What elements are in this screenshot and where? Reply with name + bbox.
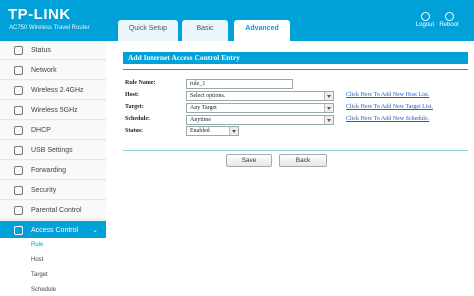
- target-select[interactable]: Any Target: [186, 103, 334, 113]
- sidebar-item-wireless-24[interactable]: Wireless 2.4GHz: [0, 81, 106, 100]
- chevron-down-icon: [229, 127, 238, 135]
- power-icon: [444, 12, 454, 21]
- host-label: Host:: [125, 92, 139, 98]
- sidebar-item-label: Security: [31, 187, 57, 194]
- chevron-down-icon: [324, 104, 333, 112]
- usb-icon: [14, 146, 23, 155]
- add-target-link[interactable]: Click Here To Add New Target List.: [346, 104, 433, 110]
- tab-advanced[interactable]: Advanced: [234, 20, 290, 41]
- status-label: Status:: [125, 128, 144, 134]
- sidebar-item-status[interactable]: Status: [0, 41, 106, 60]
- sidebar-item-label: Forwarding: [31, 167, 67, 174]
- sidebar-item-label: Parental Control: [31, 207, 82, 214]
- add-schedule-link[interactable]: Click Here To Add New Schedule.: [346, 116, 429, 122]
- sidebar-item-parental[interactable]: Parental Control: [0, 201, 106, 220]
- brand-logo: TP-LINK: [8, 6, 71, 23]
- tab-quick-setup[interactable]: Quick Setup: [118, 20, 178, 41]
- sidebar-item-network[interactable]: Network: [0, 61, 106, 80]
- rule-name-label: Rule Name:: [125, 80, 156, 86]
- target-value: Any Target: [190, 105, 217, 111]
- wireless-icon: [14, 106, 23, 115]
- top-header: TP-LINK AC750 Wireless Travel Router Qui…: [0, 0, 474, 41]
- tab-basic[interactable]: Basic: [182, 20, 228, 41]
- rule-name-input[interactable]: rule_1: [186, 79, 293, 89]
- logout-label: Logout: [415, 22, 435, 28]
- schedule-value: Anytime: [190, 117, 211, 123]
- schedule-label: Schedule:: [125, 116, 151, 122]
- status-icon: [14, 46, 23, 55]
- sidebar-subitem-host[interactable]: Host: [0, 253, 106, 268]
- add-host-link[interactable]: Click Here To Add New Host List.: [346, 92, 429, 98]
- info-icon: [420, 12, 430, 21]
- security-icon: [14, 186, 23, 195]
- reboot-button[interactable]: Reboot: [436, 12, 462, 28]
- forwarding-icon: [14, 166, 23, 175]
- sidebar-item-forwarding[interactable]: Forwarding: [0, 161, 106, 180]
- schedule-select[interactable]: Anytime: [186, 115, 334, 125]
- divider: [123, 150, 468, 151]
- sidebar-item-label: Wireless 5GHz: [31, 107, 78, 114]
- chevron-down-icon: [324, 92, 333, 100]
- sidebar-item-label: Network: [31, 67, 57, 74]
- sidebar-subitem-rule[interactable]: Rule: [0, 238, 106, 253]
- sidebar-item-label: Access Control: [31, 227, 79, 234]
- status-value: Enabled: [190, 128, 210, 134]
- host-value: Select options.: [190, 93, 226, 99]
- sidebar-item-security[interactable]: Security: [0, 181, 106, 200]
- save-button[interactable]: Save: [226, 154, 272, 167]
- wireless-icon: [14, 86, 23, 95]
- chevron-down-icon: [324, 116, 333, 124]
- sidebar-item-label: DHCP: [31, 127, 51, 134]
- sidebar-item-label: Wireless 2.4GHz: [31, 87, 84, 94]
- reboot-label: Reboot: [439, 22, 459, 28]
- host-select[interactable]: Select options.: [186, 91, 334, 101]
- sidebar: Status Network Wireless 2.4GHz Wireless …: [0, 41, 106, 296]
- sidebar-item-dhcp[interactable]: DHCP: [0, 121, 106, 140]
- sidebar-item-label: USB Settings: [31, 147, 73, 154]
- sidebar-subitem-schedule[interactable]: Schedule: [0, 283, 106, 296]
- back-button[interactable]: Back: [279, 154, 327, 167]
- dhcp-icon: [14, 126, 23, 135]
- logout-button[interactable]: Logout: [412, 12, 438, 28]
- status-select[interactable]: Enabled: [186, 126, 239, 136]
- sidebar-item-usb[interactable]: USB Settings: [0, 141, 106, 160]
- panel-title: Add Internet Access Control Entry: [123, 52, 468, 64]
- sidebar-item-wireless-5[interactable]: Wireless 5GHz: [0, 101, 106, 120]
- main-content: Add Internet Access Control Entry Rule N…: [106, 41, 474, 296]
- network-icon: [14, 66, 23, 75]
- divider: [123, 69, 468, 70]
- target-label: Target:: [125, 104, 144, 110]
- access-icon: [14, 226, 23, 235]
- sidebar-subitem-target[interactable]: Target: [0, 268, 106, 283]
- model-name: AC750 Wireless Travel Router: [9, 25, 90, 31]
- sidebar-item-label: Status: [31, 47, 51, 54]
- parental-icon: [14, 206, 23, 215]
